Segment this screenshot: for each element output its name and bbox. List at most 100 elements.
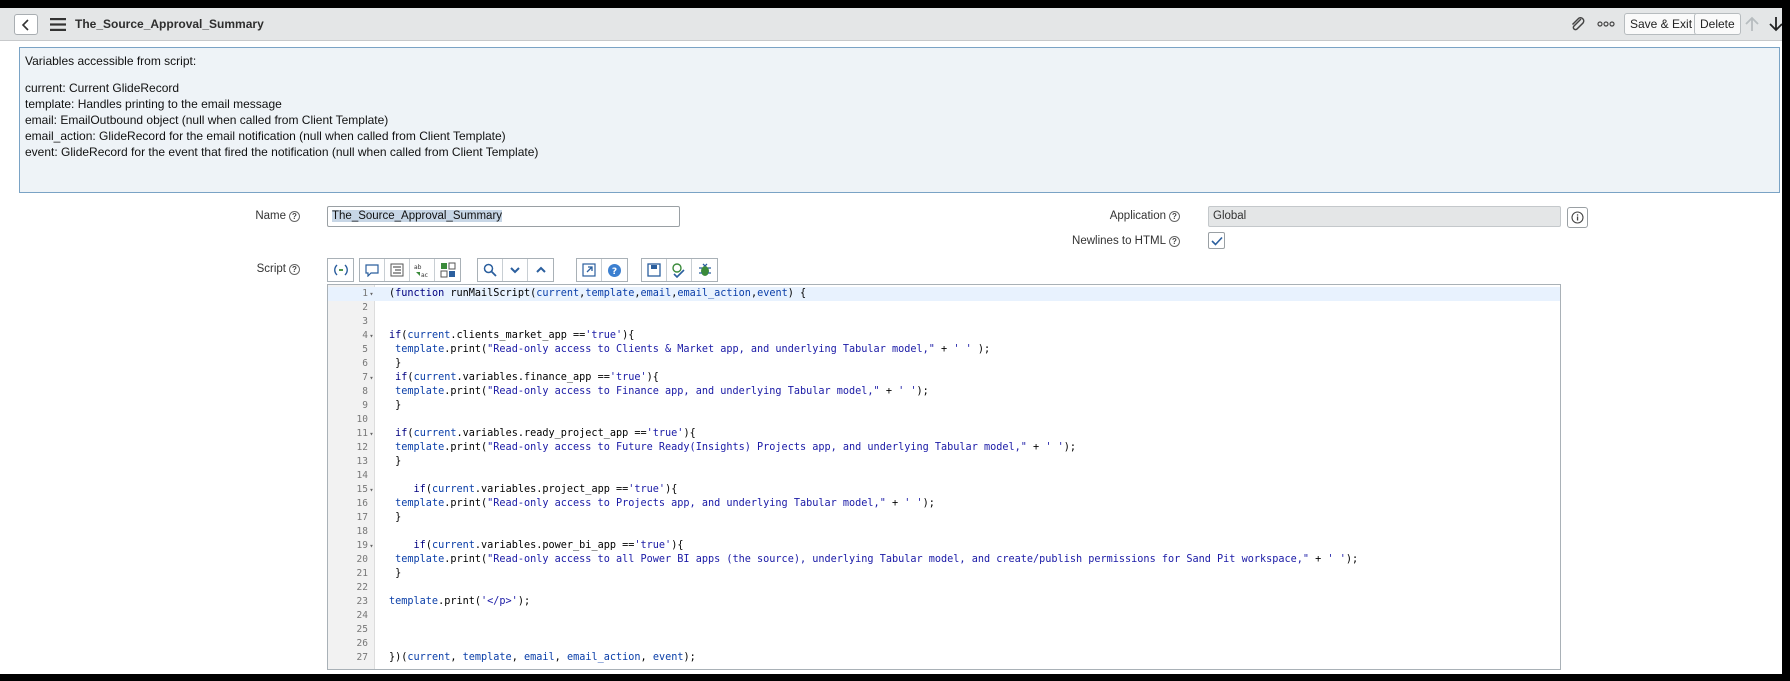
code-line[interactable]: 25 — [328, 623, 1560, 637]
line-number: 10 — [356, 414, 368, 425]
line-number: 14 — [356, 470, 368, 481]
code-line[interactable]: 16 template.print("Read-only access to P… — [328, 497, 1560, 511]
svg-text:?: ? — [612, 267, 617, 277]
chevron-left-icon — [21, 18, 29, 31]
info-line: event: GlideRecord for the event that fi… — [25, 145, 539, 159]
code-line[interactable]: 7 ▾ if(current.variables.finance_app =='t… — [328, 371, 1560, 385]
checkmark-icon — [1210, 236, 1223, 246]
code-line[interactable]: 18 — [328, 525, 1560, 539]
save-button[interactable] — [642, 259, 667, 281]
line-number: 12 — [356, 442, 368, 453]
line-number: 26 — [356, 638, 368, 649]
replace-icon: ab ac — [414, 264, 428, 278]
code-line[interactable]: 27 })(current, template, email, email_act… — [328, 651, 1560, 665]
newlines-to-html-checkbox[interactable] — [1208, 232, 1225, 249]
code-line[interactable]: 9 } — [328, 399, 1560, 413]
replace-all-icon — [440, 262, 455, 278]
code-text: })(current, template, email, email_actio… — [389, 652, 696, 663]
script-toolbar-group-5 — [641, 258, 718, 282]
comment-button[interactable] — [360, 259, 385, 281]
line-number: 21 — [356, 568, 368, 579]
code-line[interactable]: 4 ▾ if(current.clients_market_app =='true'… — [328, 329, 1560, 343]
newlines-label-wrap: Newlines to HTML ? — [1020, 232, 1180, 250]
code-line[interactable]: 19 ▾ if(current.variables.power_bi_app ==… — [328, 539, 1560, 553]
expand-icon — [535, 266, 546, 273]
info-line: email_action: GlideRecord for the email … — [25, 129, 506, 143]
fullscreen-button[interactable] — [577, 259, 602, 281]
line-number: 8 — [362, 386, 368, 397]
code-line[interactable]: 13 } — [328, 455, 1560, 469]
code-line[interactable]: 8 template.print("Read-only access to Fi… — [328, 385, 1560, 399]
code-text: template.print('</p>'); — [389, 596, 531, 607]
hamburger-menu-icon[interactable] — [48, 16, 68, 33]
script-toolbar-group-1 — [327, 258, 354, 282]
code-line[interactable]: 17 } — [328, 511, 1560, 525]
back-button[interactable] — [14, 14, 38, 35]
newlines-label: Newlines to HTML — [1072, 235, 1166, 247]
code-line[interactable]: 22 — [328, 581, 1560, 595]
more-options-icon[interactable] — [1597, 19, 1615, 29]
line-number: 16 — [356, 498, 368, 509]
line-number: 24 — [356, 610, 368, 621]
record-title: The_Source_Approval_Summary — [75, 17, 264, 31]
code-line[interactable]: 23 template.print('</p>'); — [328, 595, 1560, 609]
help-icon[interactable]: ? — [289, 210, 300, 222]
fold-toggle-icon[interactable]: ▾ — [368, 329, 375, 343]
search-button[interactable] — [478, 259, 503, 281]
fold-toggle-icon[interactable]: ▾ — [368, 287, 375, 301]
fold-toggle-icon[interactable]: ▾ — [368, 483, 375, 497]
next-record-icon[interactable] — [1768, 15, 1782, 33]
previous-record-icon[interactable] — [1744, 15, 1760, 33]
info-icon — [1571, 211, 1584, 224]
code-line[interactable]: 6 } — [328, 357, 1560, 371]
fold-toggle-icon[interactable]: ▾ — [368, 371, 375, 385]
code-text: template.print("Read-only access to Proj… — [395, 498, 935, 509]
code-line[interactable]: 21 } — [328, 567, 1560, 581]
line-number: 2 — [362, 302, 368, 313]
help-button[interactable]: ? — [602, 259, 627, 281]
name-field[interactable]: The_Source_Approval_Summary — [327, 206, 680, 227]
code-line[interactable]: 24 — [328, 609, 1560, 623]
code-line[interactable]: 10 — [328, 413, 1560, 427]
script-label: Script — [256, 263, 286, 275]
code-text: template.print("Read-only access to Futu… — [395, 442, 1076, 453]
code-line[interactable]: 26 — [328, 637, 1560, 651]
line-number: 15 — [356, 484, 368, 495]
save-exit-button[interactable]: Save & Exit — [1624, 13, 1699, 35]
code-line[interactable]: 12 template.print("Read-only access to F… — [328, 441, 1560, 455]
code-line[interactable]: 15 ▾ if(current.variables.project_app =='… — [328, 483, 1560, 497]
code-text: template.print("Read-only access to all … — [395, 554, 1359, 565]
attachment-icon[interactable] — [1569, 15, 1587, 33]
fold-toggle-icon[interactable]: ▾ — [368, 427, 375, 441]
help-icon[interactable]: ? — [289, 263, 300, 275]
code-line[interactable]: 20 template.print("Read-only access to a… — [328, 553, 1560, 567]
line-number: 22 — [356, 582, 368, 593]
delete-button[interactable]: Delete — [1694, 13, 1741, 35]
name-value: The_Source_Approval_Summary — [332, 210, 503, 222]
form-header: The_Source_Approval_Summary Save & Exit … — [0, 8, 1782, 41]
expand-button[interactable] — [528, 259, 553, 281]
toggle-syntax-button[interactable] — [328, 259, 353, 281]
code-text: (function runMailScript(current,template… — [389, 288, 807, 299]
collapse-button[interactable] — [503, 259, 528, 281]
help-icon[interactable]: ? — [1169, 235, 1180, 247]
code-line[interactable]: 1 ▾ (function runMailScript(current,templa… — [328, 287, 1560, 301]
code-text: if(current.variables.ready_project_app =… — [395, 428, 696, 439]
help-icon[interactable]: ? — [1169, 210, 1180, 222]
replace-all-button[interactable] — [435, 259, 460, 281]
script-editor[interactable]: 1 ▾ (function runMailScript(current,templa… — [327, 284, 1561, 670]
code-line[interactable]: 2 — [328, 301, 1560, 315]
code-line[interactable]: 11 ▾ if(current.variables.ready_project_a… — [328, 427, 1560, 441]
code-line[interactable]: 14 — [328, 469, 1560, 483]
code-line[interactable]: 5 template.print("Read-only access to Cl… — [328, 343, 1560, 357]
check-syntax-button[interactable] — [667, 259, 692, 281]
code-line[interactable]: 3 — [328, 315, 1560, 329]
line-number: 27 — [356, 652, 368, 663]
application-label-wrap: Application ? — [1080, 206, 1180, 226]
debug-button[interactable] — [692, 259, 717, 281]
info-heading: Variables accessible from script: — [25, 54, 197, 68]
application-info-button[interactable] — [1567, 207, 1588, 228]
format-button[interactable] — [385, 259, 410, 281]
fold-toggle-icon[interactable]: ▾ — [368, 539, 375, 553]
replace-button[interactable]: ab ac — [410, 259, 435, 281]
